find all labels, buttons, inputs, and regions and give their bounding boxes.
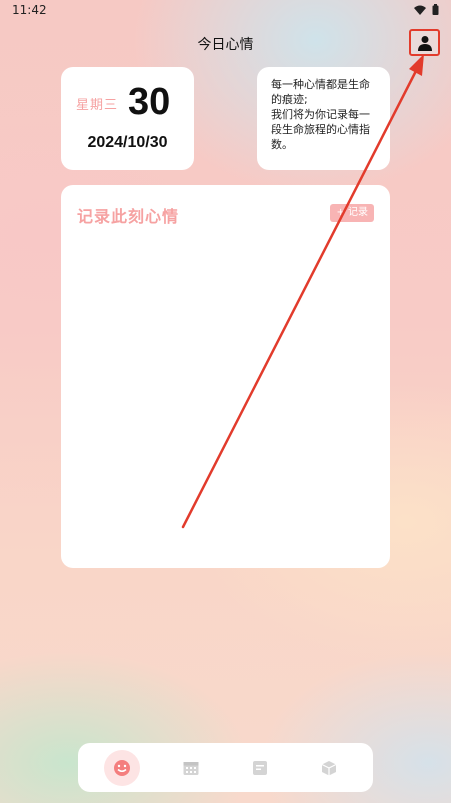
nav-item-mood[interactable] — [104, 749, 141, 786]
battery-icon — [432, 4, 439, 15]
page-title: 今日心情 — [197, 37, 254, 53]
title-bar: 今日心情 — [0, 29, 451, 58]
day-number: 30 — [128, 81, 171, 123]
weekday-label: 星期三 — [76, 98, 119, 113]
status-bar: 11:42 — [0, 0, 451, 22]
smiley-icon — [114, 759, 131, 776]
user-icon — [417, 35, 432, 51]
date-card: 星期三 30 2024/10/30 — [61, 67, 194, 170]
box-icon — [321, 760, 336, 775]
calendar-icon — [183, 761, 199, 775]
quote-card: 每一种心情都是生命的痕迹; 我们将为你记录每一段生命旅程的心情指数。 — [257, 67, 390, 170]
full-date: 2024/10/30 — [87, 134, 168, 151]
record-mood-card: 记录此刻心情 + 记录 — [61, 185, 390, 568]
status-icons — [414, 4, 439, 15]
profile-button[interactable] — [409, 29, 440, 56]
quote-text: 每一种心情都是生命的痕迹; 我们将为你记录每一段生命旅程的心情指数。 — [271, 78, 370, 151]
nav-item-notes[interactable] — [242, 750, 278, 786]
nav-item-box[interactable] — [311, 750, 347, 786]
wifi-icon — [414, 5, 426, 15]
status-time: 11:42 — [12, 3, 47, 17]
bottom-nav — [78, 743, 373, 792]
notes-icon — [252, 760, 267, 775]
record-mood-title: 记录此刻心情 — [77, 207, 180, 226]
add-record-label: + 记录 — [336, 207, 368, 218]
add-record-button[interactable]: + 记录 — [330, 204, 374, 222]
nav-item-calendar[interactable] — [173, 750, 209, 786]
